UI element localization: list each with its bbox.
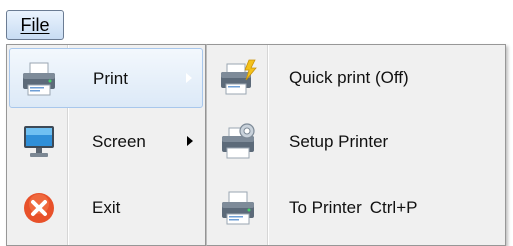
menu-item-exit-label: Exit <box>92 198 121 217</box>
printer-icon <box>219 188 259 228</box>
file-menu-label: File <box>20 15 50 35</box>
to-printer-shortcut: Ctrl+P <box>369 198 418 217</box>
submenu-arrow-icon <box>187 136 193 146</box>
submenu-item-setup-printer[interactable]: Setup Printer <box>209 112 503 172</box>
menu-bar: File <box>0 0 513 44</box>
quick-print-icon <box>219 58 259 98</box>
submenu-item-quick-print[interactable]: Quick print (Off) <box>209 48 503 108</box>
menu-item-screen-label: Screen <box>92 132 146 151</box>
submenu-item-setup-printer-label: Setup Printer <box>289 132 389 151</box>
to-printer-text: To Printer <box>289 198 362 217</box>
file-menu: Print Screen Exit <box>6 44 206 246</box>
submenu-item-quick-print-label: Quick print (Off) <box>289 68 409 87</box>
menu-item-print[interactable]: Print <box>9 48 203 108</box>
menu-item-exit[interactable]: Exit <box>9 178 203 238</box>
printer-settings-icon <box>219 122 259 162</box>
print-submenu: Quick print (Off) Setup Printer To Print… <box>206 44 506 246</box>
printer-icon <box>20 59 60 99</box>
monitor-icon <box>19 122 59 162</box>
close-circle-icon <box>19 188 59 228</box>
submenu-item-to-printer[interactable]: To Printer Ctrl+P <box>209 178 503 238</box>
submenu-item-to-printer-label: To Printer Ctrl+P <box>289 178 417 238</box>
menu-item-screen[interactable]: Screen <box>9 112 203 172</box>
menu-item-print-label: Print <box>93 69 128 88</box>
file-menu-button[interactable]: File <box>6 10 64 40</box>
submenu-arrow-icon <box>186 73 192 83</box>
